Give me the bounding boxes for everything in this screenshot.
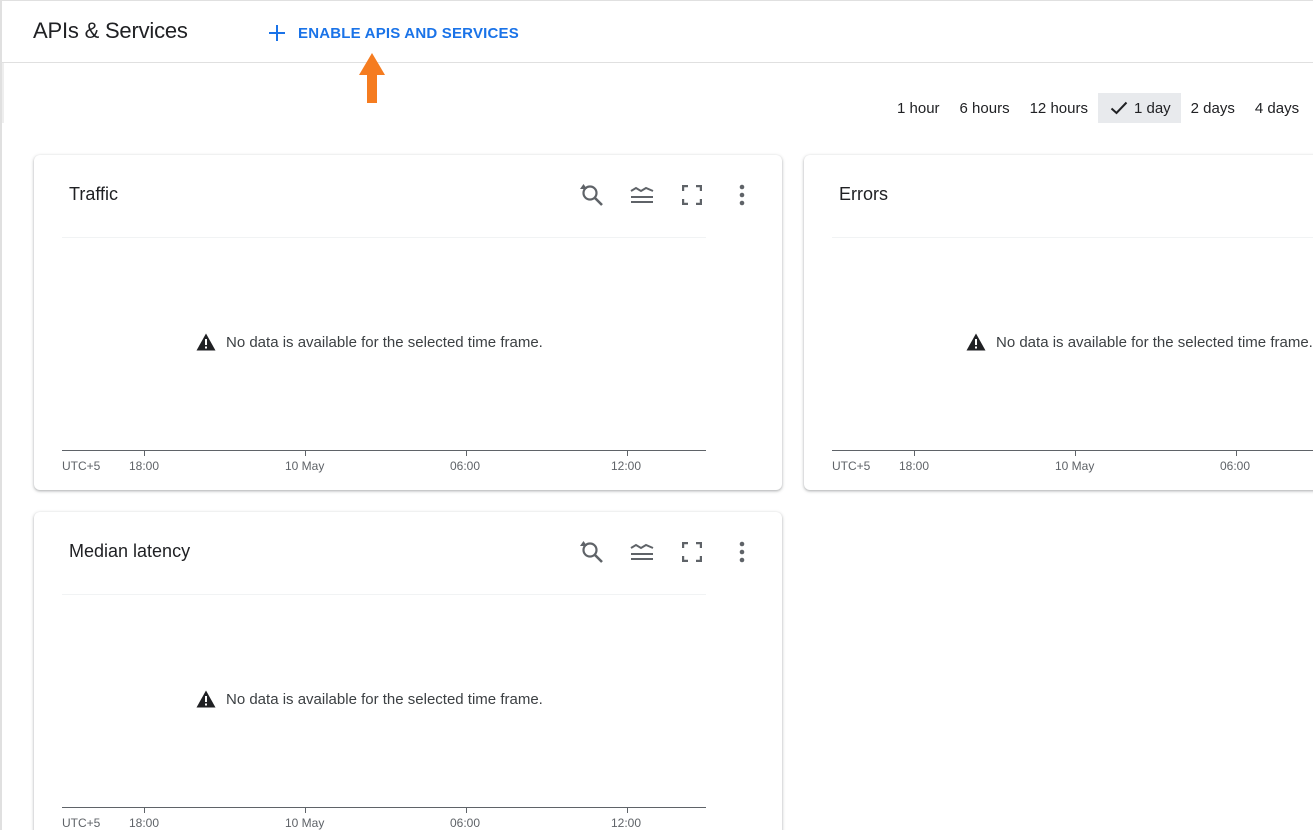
no-data-message: No data is available for the selected ti… [966,333,1313,351]
x-axis-tick [1236,450,1237,456]
x-axis-tick [1075,450,1076,456]
fullscreen-button[interactable] [674,538,710,566]
x-axis-tick-label: 10 May [1055,459,1095,473]
card-divider [62,237,706,238]
x-axis-tick-label: 12:00 [611,816,642,830]
x-axis-line [832,450,1313,451]
x-axis-tick-label: 18:00 [129,459,160,473]
traffic-card: Traffic No data is available for the sel… [34,155,782,490]
legend-button[interactable] [624,538,660,566]
x-axis-tick [144,450,145,456]
more-options-button[interactable] [724,538,760,566]
median-latency-card-title: Median latency [69,541,191,561]
enable-apis-label: ENABLE APIS AND SERVICES [298,24,519,42]
fullscreen-icon [682,542,702,562]
no-data-text: No data is available for the selected ti… [226,333,543,351]
errors-card: Errors No data is available for the sele… [804,155,1313,490]
x-axis-tick-label: 06:00 [450,816,481,830]
time-range-selector: 1 hour 6 hours 12 hours 1 day 2 days 4 d… [887,93,1309,123]
x-axis-tick [305,807,306,813]
time-option-1-day-label: 1 day [1133,99,1171,117]
axis-timezone-label: UTC+5 [832,459,871,473]
time-option-1-day[interactable]: 1 day [1097,93,1181,123]
x-axis-tick-label: 10 May [285,816,325,830]
page-header: APIs & Services ENABLE APIS AND SERVICES [2,1,1313,63]
axis-timezone-label: UTC+5 [62,459,101,473]
check-icon [1110,101,1128,115]
no-data-message: No data is available for the selected ti… [196,690,543,708]
traffic-card-title: Traffic [69,184,119,204]
left-rail-edge [2,63,4,123]
zoom-reset-button[interactable] [574,538,610,566]
x-axis-tick [305,450,306,456]
x-axis-tick [466,807,467,813]
median-latency-card-toolbar [574,538,760,566]
no-data-message: No data is available for the selected ti… [196,333,543,351]
x-axis-tick-label: 18:00 [899,459,930,473]
x-axis-tick [627,807,628,813]
no-data-text: No data is available for the selected ti… [226,690,543,708]
more-vert-icon [739,541,745,563]
time-option-6-hours[interactable]: 6 hours [950,93,1020,123]
time-option-2-days[interactable]: 2 days [1181,93,1245,123]
x-axis-tick-label: 18:00 [129,816,160,830]
errors-card-title: Errors [839,184,888,204]
traffic-card-toolbar [574,181,760,209]
fullscreen-button[interactable] [674,181,710,209]
legend-icon [630,186,654,203]
more-vert-icon [739,184,745,206]
x-axis-tick-label: 06:00 [450,459,481,473]
no-data-text: No data is available for the selected ti… [996,333,1313,351]
arrow-up-icon [359,53,385,103]
median-latency-card: Median latency No data is available for … [34,512,782,830]
warning-icon [196,690,216,708]
x-axis-tick [627,450,628,456]
time-option-4-days[interactable]: 4 days [1245,93,1309,123]
warning-icon [966,333,986,351]
x-axis-tick [144,807,145,813]
legend-button[interactable] [624,181,660,209]
x-axis-line [62,450,706,451]
card-divider [832,237,1313,238]
axis-timezone-label: UTC+5 [62,816,101,830]
card-divider [62,594,706,595]
x-axis-tick-label: 10 May [285,459,325,473]
time-option-12-hours[interactable]: 12 hours [1020,93,1098,123]
enable-apis-button[interactable]: ENABLE APIS AND SERVICES [266,17,519,49]
fullscreen-icon [682,185,702,205]
page-title: APIs & Services [33,18,188,43]
zoom-reset-icon [580,541,603,563]
zoom-reset-icon [580,184,603,206]
x-axis-tick [914,450,915,456]
x-axis-tick-label: 12:00 [611,459,642,473]
x-axis-line [62,807,706,808]
zoom-reset-button[interactable] [574,181,610,209]
x-axis-tick [466,450,467,456]
plus-icon [266,22,288,44]
legend-icon [630,543,654,560]
more-options-button[interactable] [724,181,760,209]
x-axis-tick-label: 06:00 [1220,459,1251,473]
time-option-1-hour[interactable]: 1 hour [887,93,950,123]
warning-icon [196,333,216,351]
